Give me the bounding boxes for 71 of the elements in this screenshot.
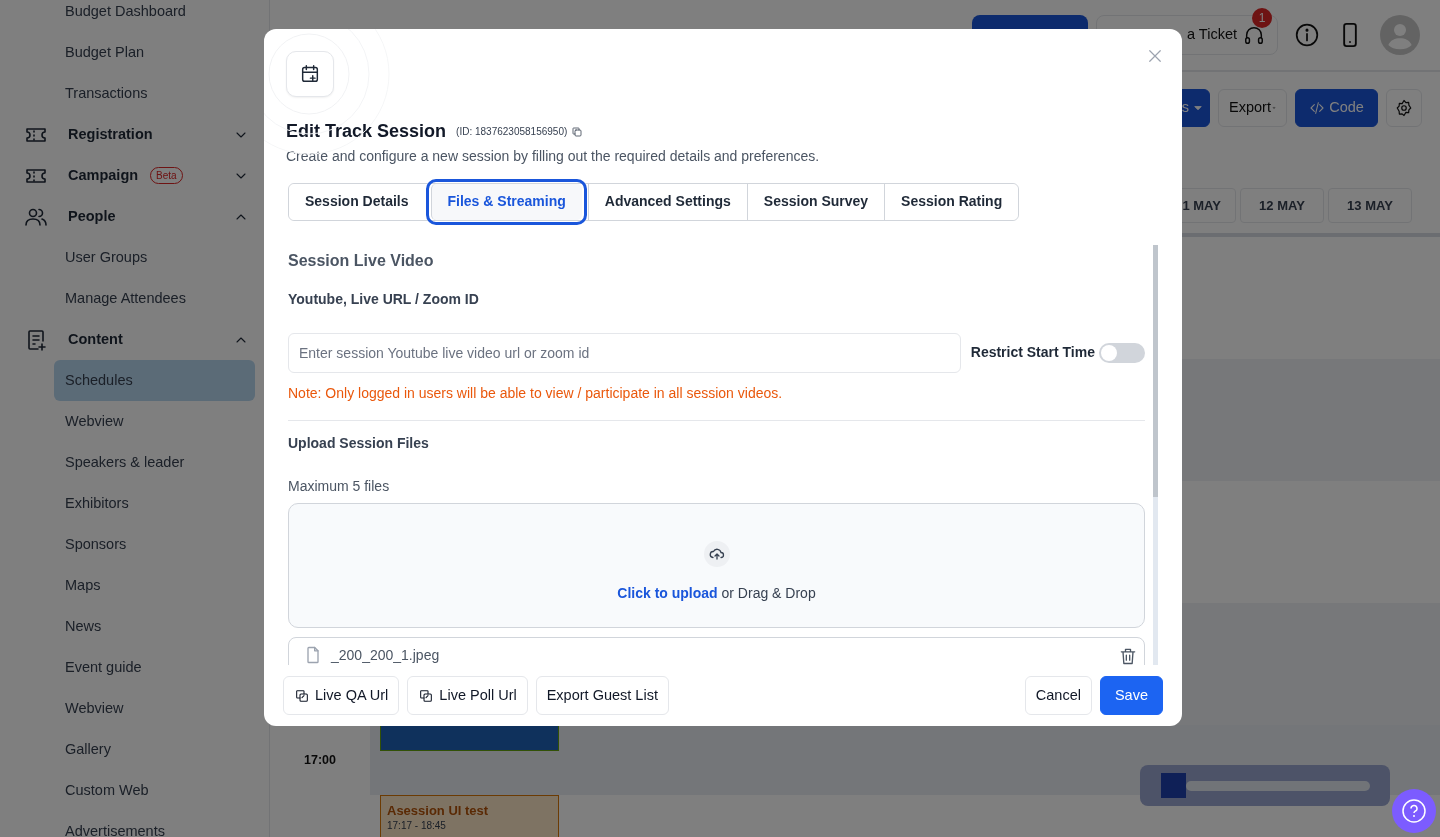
calendar-add-icon: [299, 63, 321, 85]
sidebar-item[interactable]: Budget Dashboard: [54, 0, 255, 32]
file-limit-text: Maximum 5 files: [288, 476, 391, 496]
sidebar-item[interactable]: Exhibitors: [54, 483, 255, 524]
session-id: (ID: 1837623058156950): [456, 125, 568, 140]
sidebar-item[interactable]: Maps: [54, 565, 255, 606]
copy-icon: [571, 125, 584, 138]
session-card[interactable]: Asession UI test 17:17 - 18:45: [380, 795, 559, 837]
info-icon: [1294, 22, 1320, 48]
help-icon: [1401, 798, 1427, 824]
toggle-label: Restrict Start Time: [970, 343, 1095, 363]
sidebar-item[interactable]: Manage Attendees: [54, 278, 255, 319]
tab[interactable]: Session Rating: [884, 183, 1019, 220]
field-label: Youtube, Live URL / Zoom ID: [288, 289, 480, 309]
toggle-switch[interactable]: [1099, 342, 1145, 363]
group-label: Content: [68, 329, 123, 349]
headset-icon: [1243, 24, 1265, 46]
sidebar-item[interactable]: Budget Plan: [54, 32, 255, 73]
sidebar-item[interactable]: Custom Web: [54, 770, 255, 811]
note-text: Note: Only logged in users will be able to view / participate in all session videos.: [288, 382, 1145, 421]
session-title: Asession UI test: [387, 804, 490, 819]
sidebar-item[interactable]: Gallery: [54, 729, 255, 770]
session-block[interactable]: [380, 725, 559, 751]
session-time: 17:17 - 18:45: [387, 819, 447, 834]
help-button[interactable]: [1392, 789, 1436, 833]
upload-icon: [703, 540, 730, 567]
url-input[interactable]: Enter session Youtube live video url or zoom id: [288, 332, 961, 373]
sidebar-item[interactable]: Sponsors: [54, 524, 255, 565]
sidebar-group[interactable]: Campaign Beta: [24, 155, 255, 196]
save-button[interactable]: Save: [1099, 676, 1163, 715]
copy-link-button[interactable]: Live QA Url: [283, 676, 400, 715]
group-label: Registration: [68, 124, 153, 144]
upload-link[interactable]: Click to upload: [617, 584, 718, 601]
section-heading: Session Live Video: [288, 250, 435, 271]
sidebar-item[interactable]: Webview: [54, 688, 255, 729]
sidebar-group[interactable]: People: [24, 196, 255, 237]
cancel-button[interactable]: Cancel: [1024, 676, 1092, 715]
upload-instruction: Click to upload or Drag & Drop: [617, 583, 816, 603]
sidebar-item[interactable]: Schedules: [54, 360, 255, 401]
sidebar-group[interactable]: Content: [24, 319, 255, 360]
avatar-icon: [1380, 15, 1420, 55]
code-button[interactable]: Code: [1295, 89, 1378, 127]
file-name: _200_200_1.jpeg: [331, 645, 440, 665]
sidebar-item[interactable]: Advertisements: [54, 811, 255, 837]
sidebar-item[interactable]: Webview: [54, 401, 255, 442]
time-label: 17:00: [303, 751, 337, 769]
settings-icon: [1395, 99, 1413, 117]
sidebar-item[interactable]: Transactions: [54, 73, 255, 114]
copy-link-button[interactable]: Live Poll Url: [407, 676, 528, 715]
modal-subtitle: Create and configure a new session by filling out the required details and preferences.: [286, 146, 821, 166]
group-label: People: [68, 206, 116, 226]
copy-icon: [418, 687, 435, 704]
copy-icon: [294, 687, 310, 704]
sidebar-item[interactable]: User Groups: [54, 237, 255, 278]
export-button[interactable]: Export Guest List: [535, 676, 669, 715]
group-label: Campaign: [68, 165, 139, 185]
modal-title: Edit Track Session: [286, 121, 447, 143]
sidebar-group[interactable]: Registration: [24, 114, 255, 155]
date-header: 13 MAY: [1328, 188, 1412, 223]
upload-dropzone[interactable]: Click to upload or Drag & Drop: [288, 502, 1145, 628]
sidebar-item[interactable]: News: [54, 606, 255, 647]
notification-badge: 1: [1252, 8, 1272, 28]
info-button[interactable]: [1294, 22, 1320, 48]
sidebar-item[interactable]: Event guide: [54, 647, 255, 688]
section-label: Upload Session Files: [288, 433, 430, 453]
export-button[interactable]: Export: [1218, 89, 1287, 127]
sidebar-item[interactable]: Speakers & leader: [54, 442, 255, 483]
date-header: 12 MAY: [1240, 188, 1324, 223]
settings-button[interactable]: [1386, 89, 1422, 127]
code-icon: [1309, 100, 1326, 116]
trash-icon: [1118, 646, 1138, 665]
